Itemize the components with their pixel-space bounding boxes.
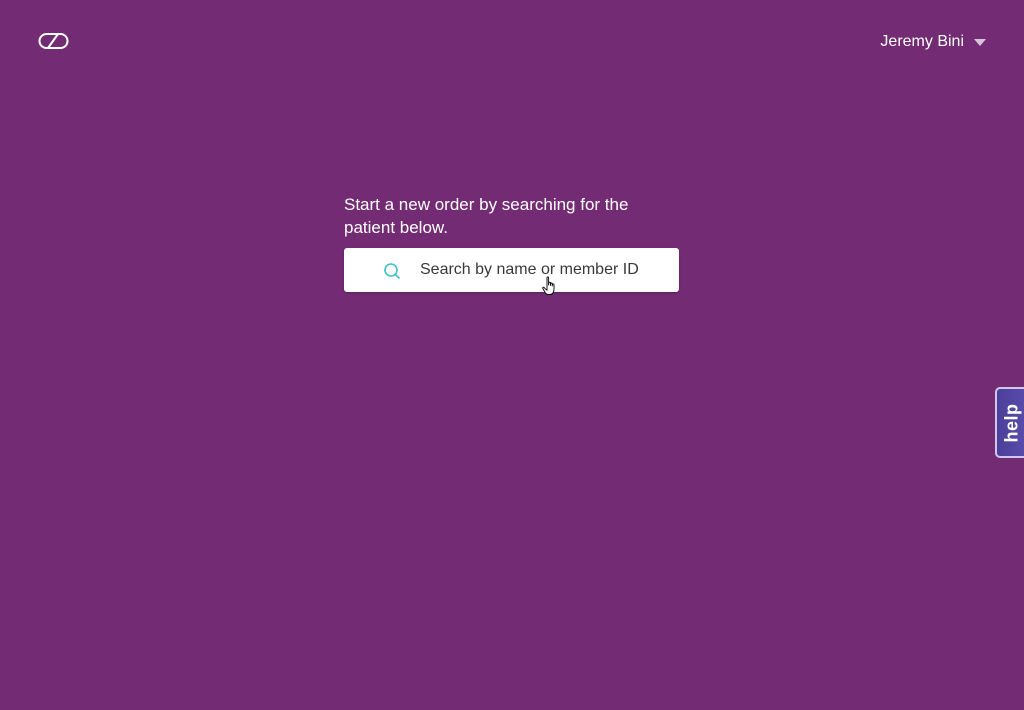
logo-icon[interactable] (38, 31, 69, 51)
user-menu[interactable]: Jeremy Bini (880, 32, 986, 52)
patient-search-box[interactable] (344, 248, 679, 292)
help-label: help (1001, 402, 1022, 443)
search-prompt: Start a new order by searching for the p… (344, 195, 629, 237)
search-icon (384, 263, 400, 279)
user-name: Jeremy Bini (880, 33, 964, 50)
help-tab[interactable]: help (995, 387, 1024, 458)
patient-search-input[interactable] (420, 248, 665, 292)
caret-down-icon (974, 38, 986, 46)
